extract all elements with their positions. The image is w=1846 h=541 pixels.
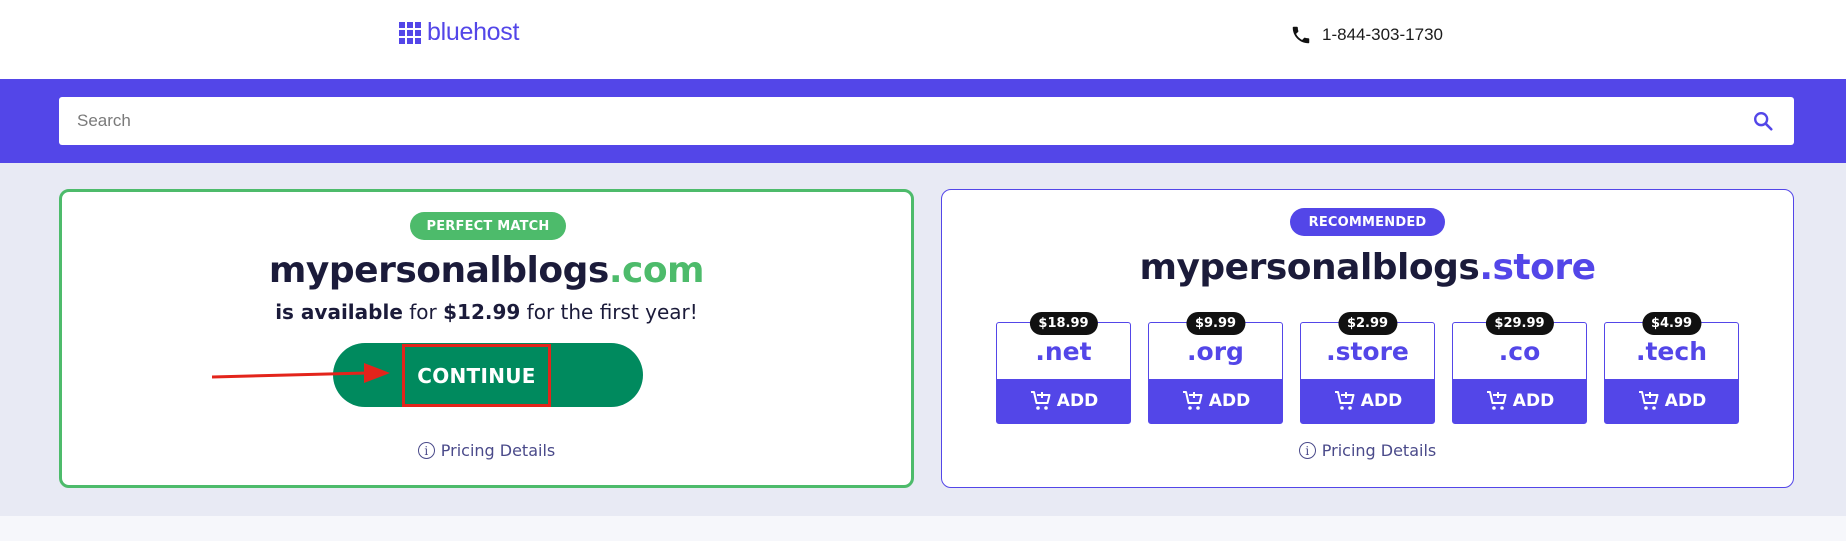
recommended-domain-tld: .store <box>1479 247 1596 288</box>
cart-plus-icon <box>1486 391 1507 410</box>
phone-contact[interactable]: 1-844-303-1730 <box>1290 24 1443 46</box>
phone-number: 1-844-303-1730 <box>1322 25 1443 44</box>
tld-option-co: $29.99 .co ADD <box>1452 312 1587 424</box>
add-to-cart-button[interactable]: ADD <box>1301 379 1434 423</box>
search-band <box>0 79 1846 163</box>
info-icon: i <box>1298 442 1316 459</box>
domain-name: mypersonalblogs <box>268 250 609 291</box>
search-bar <box>59 97 1794 145</box>
price-suffix: for the first year! <box>526 300 698 324</box>
tld-price: $2.99 <box>1337 312 1398 335</box>
domain-title: mypersonalblogs.com <box>62 250 911 291</box>
tld-name: .net <box>1035 337 1092 366</box>
tld-price: $18.99 <box>1029 312 1098 335</box>
search-icon <box>1754 112 1773 131</box>
phone-icon <box>1292 26 1310 44</box>
availability-text: is available for $12.99 for the first ye… <box>62 300 911 324</box>
cart-plus-icon <box>1638 391 1659 410</box>
add-to-cart-button[interactable]: ADD <box>1149 379 1282 423</box>
domain-price: $12.99 <box>443 300 521 324</box>
page-footer-strip <box>0 516 1846 541</box>
logo-text: bluehost <box>427 18 520 46</box>
tld-name: .co <box>1498 337 1541 366</box>
search-button[interactable] <box>1750 108 1776 134</box>
pricing-details-link[interactable]: i Pricing Details <box>62 441 911 460</box>
perfect-match-card: PERFECT MATCH mypersonalblogs.com is ava… <box>59 189 914 488</box>
add-to-cart-button[interactable]: ADD <box>997 379 1130 423</box>
add-to-cart-button[interactable]: ADD <box>1453 379 1586 423</box>
add-label: ADD <box>1056 391 1099 411</box>
tld-option-org: $9.99 .org ADD <box>1148 312 1283 424</box>
search-input[interactable] <box>77 111 1750 131</box>
pricing-details-link[interactable]: i Pricing Details <box>942 441 1793 460</box>
tld-option-tech: $4.99 .tech ADD <box>1604 312 1739 424</box>
recommended-domain-title: mypersonalblogs.store <box>942 247 1793 288</box>
bluehost-logo[interactable]: bluehost <box>399 18 519 47</box>
add-label: ADD <box>1360 391 1403 411</box>
results-area: PERFECT MATCH mypersonalblogs.com is ava… <box>0 163 1846 516</box>
add-label: ADD <box>1208 391 1251 411</box>
red-arrow-annotation <box>212 363 390 383</box>
pricing-details-label: Pricing Details <box>440 441 556 460</box>
add-label: ADD <box>1512 391 1555 411</box>
top-header: bluehost 1-844-303-1730 <box>0 0 1846 79</box>
tld-price: $9.99 <box>1185 312 1246 335</box>
add-label: ADD <box>1664 391 1707 411</box>
availability-status: is available <box>275 300 403 324</box>
recommended-badge: RECOMMENDED <box>1290 208 1445 236</box>
continue-button[interactable]: CONTINUE <box>402 344 551 407</box>
recommended-card: RECOMMENDED mypersonalblogs.store $18.99… <box>941 189 1794 488</box>
perfect-match-badge: PERFECT MATCH <box>410 212 566 240</box>
domain-tld: .com <box>608 250 705 291</box>
tld-option-store: $2.99 .store ADD <box>1300 312 1435 424</box>
tld-price: $29.99 <box>1485 312 1554 335</box>
logo-grid-icon <box>399 21 421 44</box>
cart-plus-icon <box>1334 391 1355 410</box>
recommended-domain-name: mypersonalblogs <box>1139 247 1480 288</box>
tld-name: .org <box>1187 337 1244 366</box>
add-to-cart-button[interactable]: ADD <box>1605 379 1738 423</box>
info-icon: i <box>417 442 435 459</box>
availability-for: for <box>409 300 437 324</box>
cart-plus-icon <box>1182 391 1203 410</box>
cart-plus-icon <box>1030 391 1051 410</box>
tld-name: .tech <box>1635 337 1708 366</box>
tld-price: $4.99 <box>1641 312 1702 335</box>
pricing-details-label: Pricing Details <box>1321 441 1437 460</box>
tld-name: .store <box>1326 337 1409 366</box>
tld-option-net: $18.99 .net ADD <box>996 312 1131 424</box>
